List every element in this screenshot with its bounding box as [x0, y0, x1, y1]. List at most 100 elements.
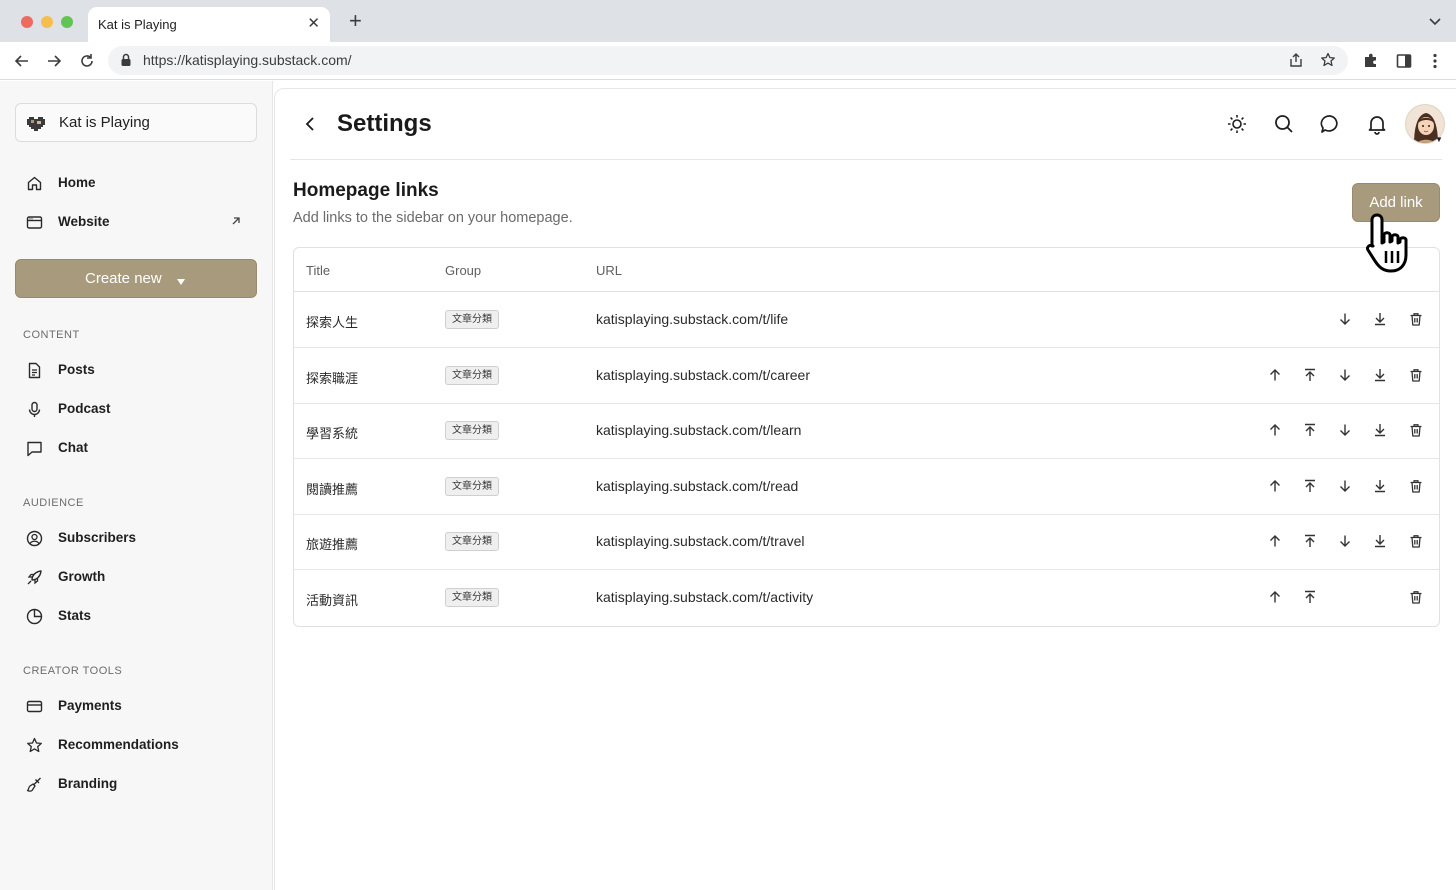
create-new-label: Create new: [85, 270, 162, 287]
chat-bubble-icon: [26, 440, 43, 460]
sidebar-item-posts[interactable]: Posts: [26, 359, 256, 383]
move-to-bottom-icon[interactable]: [1373, 368, 1387, 387]
table-row: 旅遊推薦 文章分類 katisplaying.substack.com/t/trav…: [294, 514, 1439, 571]
move-down-arrow-icon[interactable]: [1338, 534, 1352, 553]
address-bar[interactable]: https://katisplaying.substack.com/: [108, 46, 1348, 75]
tab-close-icon[interactable]: ✕: [307, 15, 320, 33]
sidebar: Kat is Playing Home Website Create new C…: [0, 81, 273, 890]
sidebar-item-chat[interactable]: Chat: [26, 437, 256, 461]
microphone-icon: [26, 401, 43, 421]
sidebar-item-growth[interactable]: Growth: [26, 566, 256, 590]
side-panel-icon[interactable]: [1395, 52, 1413, 75]
group-badge: 文章分類: [445, 588, 499, 607]
back-chevron-icon[interactable]: [303, 116, 317, 137]
sidebar-item-branding[interactable]: Branding: [26, 773, 256, 797]
move-to-bottom-icon[interactable]: [1373, 534, 1387, 553]
link-url: katisplaying.substack.com/t/activity: [596, 589, 814, 605]
sidebar-item-home[interactable]: Home: [26, 172, 256, 196]
link-url: katisplaying.substack.com/t/career: [596, 366, 810, 383]
sidebar-item-label: Posts: [58, 362, 95, 377]
sidebar-item-website[interactable]: Website: [26, 211, 256, 235]
trash-icon[interactable]: [1409, 312, 1423, 331]
external-link-arrow-icon: [230, 215, 242, 230]
browser-tab[interactable]: Kat is Playing ✕: [88, 7, 330, 42]
move-up-arrow-icon[interactable]: [1268, 423, 1282, 442]
search-icon[interactable]: [1273, 113, 1295, 140]
back-arrow-icon[interactable]: [12, 51, 32, 71]
publication-name: Kat is Playing: [59, 114, 150, 131]
link-title: 探索人生: [306, 315, 359, 330]
close-window-button[interactable]: [21, 16, 33, 28]
sidebar-item-label: Podcast: [58, 401, 111, 416]
group-badge: 文章分類: [445, 365, 499, 385]
reload-icon[interactable]: [77, 51, 97, 71]
table-row: 學習系統 文章分類 katisplaying.substack.com/t/lear…: [294, 403, 1439, 460]
share-icon[interactable]: [1288, 52, 1304, 73]
trash-icon[interactable]: [1409, 368, 1423, 387]
move-up-arrow-icon[interactable]: [1268, 534, 1282, 553]
move-to-top-icon[interactable]: [1303, 590, 1317, 609]
link-title: 旅遊推薦: [306, 537, 359, 553]
move-up-arrow-icon[interactable]: [1268, 368, 1282, 387]
table-row: 閱讀推薦 文章分類 katisplaying.substack.com/t/read: [294, 459, 1439, 515]
move-to-top-icon[interactable]: [1303, 368, 1317, 387]
link-url: katisplaying.substack.com/t/travel: [596, 533, 805, 550]
section-label-audience: AUDIENCE: [23, 497, 84, 509]
move-to-bottom-icon[interactable]: [1373, 479, 1387, 498]
move-to-top-icon[interactable]: [1303, 423, 1317, 442]
user-circle-icon: [26, 530, 43, 550]
link-url: katisplaying.substack.com/t/read: [596, 477, 799, 494]
pie-chart-icon: [26, 608, 43, 628]
move-down-arrow-icon[interactable]: [1338, 312, 1352, 331]
zoom-window-button[interactable]: [61, 16, 73, 28]
sidebar-item-subscribers[interactable]: Subscribers: [26, 527, 256, 551]
group-badge: 文章分類: [445, 421, 499, 441]
new-tab-button[interactable]: +: [349, 10, 362, 32]
sidebar-item-recommendations[interactable]: Recommendations: [26, 734, 256, 758]
link-title: 閱讀推薦: [306, 481, 359, 497]
section-label-creator-tools: CREATOR TOOLS: [23, 665, 123, 677]
section-label-content: CONTENT: [23, 329, 80, 341]
create-new-button[interactable]: Create new: [15, 259, 257, 298]
minimize-window-button[interactable]: [41, 16, 53, 28]
column-header-title: Title: [306, 263, 331, 278]
sidebar-item-podcast[interactable]: Podcast: [26, 398, 256, 422]
main-panel: Settings ▼ Homepage links Add links to t…: [274, 88, 1456, 890]
move-up-arrow-icon[interactable]: [1268, 590, 1282, 609]
header-divider: [290, 159, 1442, 160]
move-down-arrow-icon[interactable]: [1338, 479, 1352, 498]
tab-search-chevron-icon[interactable]: [1428, 14, 1442, 33]
more-menu-icon[interactable]: [1426, 52, 1444, 75]
sidebar-item-label: Recommendations: [58, 737, 179, 752]
extensions-puzzle-icon[interactable]: [1362, 52, 1380, 75]
chat-icon[interactable]: [1319, 113, 1341, 140]
credit-card-icon: [26, 698, 43, 718]
move-up-arrow-icon[interactable]: [1268, 479, 1282, 498]
sidebar-item-label: Payments: [58, 698, 122, 713]
lock-icon[interactable]: [120, 53, 132, 72]
sidebar-item-label: Home: [58, 175, 96, 190]
move-to-bottom-icon[interactable]: [1373, 423, 1387, 442]
notifications-bell-icon[interactable]: [1366, 113, 1388, 140]
bookmark-star-icon[interactable]: [1320, 52, 1336, 73]
trash-icon[interactable]: [1409, 534, 1423, 553]
trash-icon[interactable]: [1409, 423, 1423, 442]
trash-icon[interactable]: [1409, 479, 1423, 498]
section-subtitle: Add links to the sidebar on your homepag…: [293, 210, 573, 226]
browser-toolbar: https://katisplaying.substack.com/: [0, 42, 1456, 80]
forward-arrow-icon[interactable]: [44, 51, 64, 71]
publication-switcher[interactable]: Kat is Playing: [15, 103, 257, 142]
sidebar-item-label: Subscribers: [58, 530, 137, 545]
sidebar-item-stats[interactable]: Stats: [26, 605, 256, 629]
move-to-top-icon[interactable]: [1303, 534, 1317, 553]
browser-tab-bar: Kat is Playing ✕ +: [0, 0, 1456, 42]
avatar-caret-icon[interactable]: ▼: [1435, 135, 1443, 144]
trash-icon[interactable]: [1409, 590, 1423, 609]
sidebar-item-payments[interactable]: Payments: [26, 695, 256, 719]
paintbrush-icon: [26, 776, 43, 796]
move-to-bottom-icon[interactable]: [1373, 312, 1387, 331]
move-down-arrow-icon[interactable]: [1338, 423, 1352, 442]
move-down-arrow-icon[interactable]: [1338, 368, 1352, 387]
theme-toggle-sun-icon[interactable]: [1226, 113, 1248, 140]
move-to-top-icon[interactable]: [1303, 479, 1317, 498]
